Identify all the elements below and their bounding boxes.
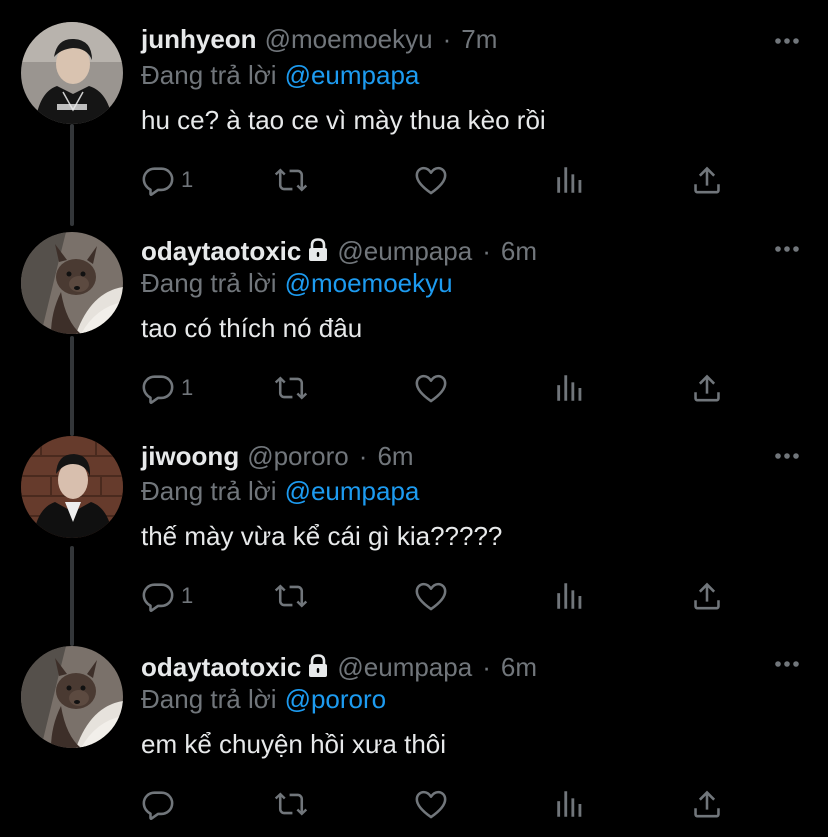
reply-button[interactable]: 1 [141, 162, 193, 198]
reply-count: 1 [181, 583, 194, 608]
more-icon[interactable] [774, 452, 800, 460]
replying-to-mention[interactable]: @moemoekyu [285, 268, 453, 298]
tweet-actions: 1 [141, 370, 741, 406]
replying-to: Đang trả lời @moemoekyu [141, 266, 453, 300]
analytics-button[interactable] [553, 162, 587, 198]
separator-dot: · [482, 652, 491, 682]
more-icon[interactable] [774, 660, 800, 668]
reply-button[interactable]: 1 [141, 578, 193, 614]
tweet-header: odaytaotoxic @eumpapa · 6m [141, 234, 537, 268]
retweet-icon [274, 168, 308, 192]
share-button[interactable] [690, 578, 724, 614]
timestamp[interactable]: 6m [377, 439, 413, 473]
reply-button[interactable]: 1 [141, 370, 193, 406]
share-icon [694, 166, 720, 194]
retweet-button[interactable] [273, 786, 309, 822]
tweet-actions: 1 [141, 578, 741, 614]
share-icon [694, 582, 720, 610]
separator-dot: · [482, 236, 491, 266]
share-button[interactable] [690, 370, 724, 406]
heart-icon [415, 374, 447, 403]
more-icon[interactable] [774, 37, 800, 45]
display-name[interactable]: odaytaotoxic [141, 650, 301, 684]
timestamp[interactable]: 6m [501, 650, 537, 684]
replying-to-mention[interactable]: @eumpapa [285, 60, 420, 90]
tweet[interactable]: jiwoong @pororo · 6m Đang trả lời @eumpap… [0, 424, 828, 636]
analytics-button[interactable] [553, 370, 587, 406]
replying-to-label: Đang trả lời [141, 476, 277, 506]
avatar[interactable] [21, 232, 123, 334]
tweet-text: em kể chuyện hồi xưa thôi [141, 729, 447, 759]
user-handle[interactable]: @moemoekyu [265, 22, 433, 56]
display-name[interactable]: jiwoong [141, 439, 239, 473]
retweet-icon [274, 584, 308, 608]
tweet-header: odaytaotoxic @eumpapa · 6m [141, 650, 537, 684]
heart-icon [415, 790, 447, 819]
more-icon[interactable] [774, 245, 800, 253]
share-icon [694, 374, 720, 402]
retweet-icon [274, 792, 308, 816]
analytics-icon [557, 791, 582, 817]
share-button[interactable] [690, 786, 724, 822]
user-handle[interactable]: @eumpapa [337, 650, 472, 684]
tweet-text: tao có thích nó đâu [141, 313, 363, 343]
tweet-text: thế mày vừa kể cái gì kia????? [141, 521, 503, 551]
tweet-actions: 1 [141, 162, 741, 198]
separator-dot: · [442, 24, 452, 54]
reply-icon [142, 583, 174, 612]
tweet[interactable]: odaytaotoxic @eumpapa · 6m Đang trả lời @… [0, 212, 828, 424]
retweet-button[interactable] [273, 578, 309, 614]
user-handle[interactable]: @eumpapa [337, 234, 472, 268]
tweet-header: jiwoong @pororo · 6m [141, 439, 414, 473]
like-button[interactable] [414, 786, 448, 822]
replying-to: Đang trả lời @eumpapa [141, 474, 419, 508]
timestamp[interactable]: 7m [461, 22, 497, 56]
analytics-icon [557, 583, 582, 609]
replying-to-label: Đang trả lời [141, 684, 277, 714]
display-name[interactable]: junhyeon [141, 22, 257, 56]
lock-icon [309, 654, 328, 677]
share-icon [694, 790, 720, 818]
timestamp[interactable]: 6m [501, 234, 537, 268]
replying-to: Đang trả lời @pororo [141, 682, 386, 716]
share-button[interactable] [690, 162, 724, 198]
retweet-icon [274, 376, 308, 400]
retweet-button[interactable] [273, 162, 309, 198]
analytics-button[interactable] [553, 786, 587, 822]
lock-icon [309, 238, 328, 261]
analytics-icon [557, 375, 582, 401]
user-handle[interactable]: @pororo [247, 439, 349, 473]
replying-to-label: Đang trả lời [141, 268, 277, 298]
replying-to-mention[interactable]: @eumpapa [285, 476, 420, 506]
replying-to-mention[interactable]: @pororo [285, 684, 387, 714]
like-button[interactable] [414, 370, 448, 406]
reply-icon [142, 791, 174, 820]
analytics-icon [557, 167, 582, 193]
avatar[interactable] [21, 436, 123, 538]
reply-count: 1 [181, 375, 194, 400]
display-name[interactable]: odaytaotoxic [141, 234, 301, 268]
tweet-text: hu ce? à tao ce vì mày thua kèo rồi [141, 105, 546, 135]
analytics-button[interactable] [553, 578, 587, 614]
avatar[interactable] [21, 22, 123, 124]
heart-icon [415, 166, 447, 195]
tweet-actions [141, 786, 741, 822]
tweet[interactable]: odaytaotoxic @eumpapa · 6m Đang trả lời @… [0, 636, 828, 837]
heart-icon [415, 582, 447, 611]
retweet-button[interactable] [273, 370, 309, 406]
tweet[interactable]: junhyeon @moemoekyu · 7m Đang trả lời @eu… [0, 0, 828, 212]
like-button[interactable] [414, 162, 448, 198]
separator-dot: · [358, 441, 368, 471]
replying-to: Đang trả lời @eumpapa [141, 58, 419, 92]
reply-icon [142, 375, 174, 404]
reply-button[interactable] [141, 786, 181, 822]
reply-icon [142, 167, 174, 196]
tweet-header: junhyeon @moemoekyu · 7m [141, 22, 497, 56]
reply-count: 1 [181, 167, 194, 192]
replying-to-label: Đang trả lời [141, 60, 277, 90]
avatar[interactable] [21, 646, 123, 748]
like-button[interactable] [414, 578, 448, 614]
